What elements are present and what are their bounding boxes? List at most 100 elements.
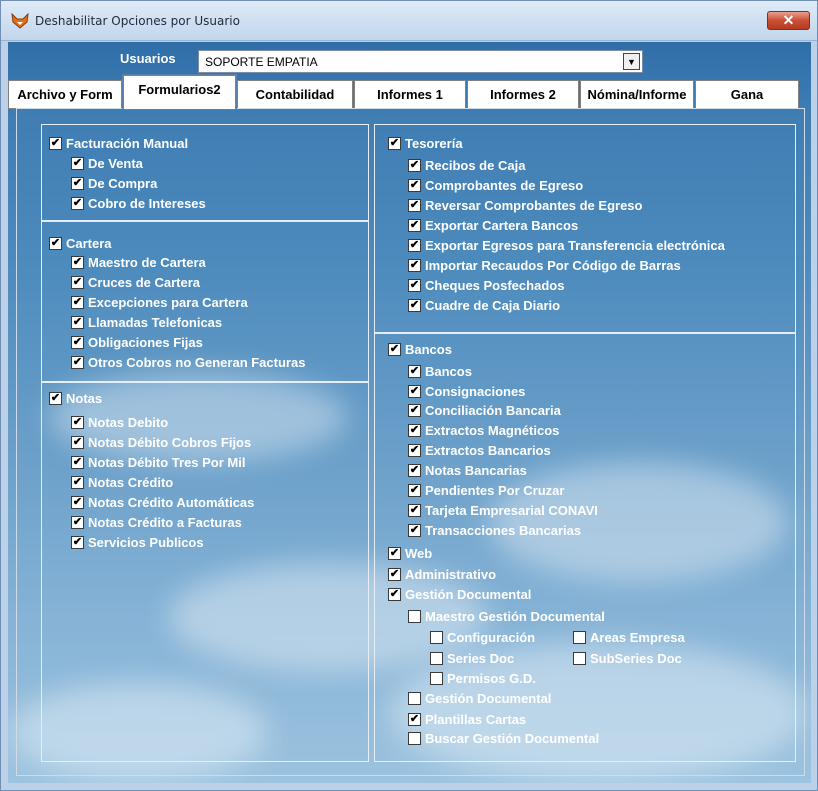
- chevron-down-icon[interactable]: ▼: [623, 53, 640, 70]
- checkbox-cobro-de-intereses[interactable]: ✔ Cobro de Intereses: [71, 196, 206, 211]
- checkbox-notas-debito-tres-por-mil[interactable]: ✔ Notas Débito Tres Por Mil: [71, 455, 245, 470]
- checkbox-box[interactable]: ✔: [71, 157, 84, 170]
- checkbox-box[interactable]: ✔: [408, 219, 421, 232]
- checkbox-notas[interactable]: ✔ Notas: [49, 391, 102, 406]
- checkbox-box[interactable]: ✔: [71, 456, 84, 469]
- checkbox-box[interactable]: ✔: [71, 496, 84, 509]
- checkbox-de-venta[interactable]: ✔ De Venta: [71, 156, 143, 171]
- checkbox-box[interactable]: [430, 672, 443, 685]
- checkbox-box[interactable]: ✔: [71, 316, 84, 329]
- checkbox-areas-empresa[interactable]: Areas Empresa: [573, 630, 685, 645]
- checkbox-box[interactable]: ✔: [388, 343, 401, 356]
- checkbox-box[interactable]: ✔: [49, 392, 62, 405]
- checkbox-box[interactable]: ✔: [71, 177, 84, 190]
- checkbox-box[interactable]: ✔: [71, 416, 84, 429]
- tab-nomina-informe[interactable]: Nómina/Informe: [580, 80, 694, 109]
- checkbox-notas-credito-automaticas[interactable]: ✔ Notas Crédito Automáticas: [71, 495, 254, 510]
- checkbox-box[interactable]: ✔: [408, 504, 421, 517]
- checkbox-box[interactable]: ✔: [408, 484, 421, 497]
- checkbox-extractos-magneticos[interactable]: ✔ Extractos Magnéticos: [408, 423, 559, 438]
- tab-informes-2[interactable]: Informes 2: [467, 80, 579, 109]
- checkbox-box[interactable]: ✔: [408, 713, 421, 726]
- checkbox-box[interactable]: ✔: [388, 137, 401, 150]
- checkbox-obligaciones-fijas[interactable]: ✔ Obligaciones Fijas: [71, 335, 203, 350]
- checkbox-notas-debito[interactable]: ✔ Notas Debito: [71, 415, 168, 430]
- checkbox-gestion-documental-group[interactable]: ✔ Gestión Documental: [388, 587, 531, 602]
- checkbox-llamadas-telefonicas[interactable]: ✔ Llamadas Telefonicas: [71, 315, 222, 330]
- tab-formularios2[interactable]: Formularios2: [123, 75, 236, 109]
- checkbox-web[interactable]: ✔ Web: [388, 546, 432, 561]
- checkbox-excepciones-para-cartera[interactable]: ✔ Excepciones para Cartera: [71, 295, 248, 310]
- checkbox-box[interactable]: [408, 610, 421, 623]
- checkbox-box[interactable]: ✔: [388, 568, 401, 581]
- checkbox-cuadre-de-caja-diario[interactable]: ✔ Cuadre de Caja Diario: [408, 298, 560, 313]
- checkbox-tarjeta-empresarial[interactable]: ✔ Tarjeta Empresarial CONAVI: [408, 503, 598, 518]
- checkbox-box[interactable]: ✔: [408, 524, 421, 537]
- checkbox-facturacion-manual[interactable]: ✔ Facturación Manual: [49, 136, 188, 151]
- checkbox-box[interactable]: ✔: [408, 259, 421, 272]
- checkbox-box[interactable]: ✔: [408, 424, 421, 437]
- checkbox-box[interactable]: ✔: [388, 588, 401, 601]
- checkbox-otros-cobros[interactable]: ✔ Otros Cobros no Generan Facturas: [71, 355, 305, 370]
- checkbox-configuracion[interactable]: Configuración: [430, 630, 535, 645]
- checkbox-extractos-bancarios[interactable]: ✔ Extractos Bancarios: [408, 443, 551, 458]
- checkbox-recibos-de-caja[interactable]: ✔ Recibos de Caja: [408, 158, 525, 173]
- checkbox-box[interactable]: ✔: [71, 536, 84, 549]
- checkbox-notas-debito-cobros-fijos[interactable]: ✔ Notas Débito Cobros Fijos: [71, 435, 251, 450]
- tab-contabilidad[interactable]: Contabilidad: [237, 80, 353, 109]
- checkbox-bancos-group[interactable]: ✔ Bancos: [388, 342, 452, 357]
- checkbox-subseries-doc[interactable]: SubSeries Doc: [573, 651, 682, 666]
- checkbox-exportar-egresos[interactable]: ✔ Exportar Egresos para Transferencia ele…: [408, 238, 725, 253]
- checkbox-exportar-cartera-bancos[interactable]: ✔ Exportar Cartera Bancos: [408, 218, 578, 233]
- checkbox-box[interactable]: [408, 692, 421, 705]
- checkbox-transacciones-bancarias[interactable]: ✔ Transacciones Bancarias: [408, 523, 581, 538]
- checkbox-box[interactable]: ✔: [71, 197, 84, 210]
- checkbox-gestion-documental[interactable]: Gestión Documental: [408, 691, 551, 706]
- tab-informes-1[interactable]: Informes 1: [354, 80, 466, 109]
- checkbox-comprobantes-de-egreso[interactable]: ✔ Comprobantes de Egreso: [408, 178, 583, 193]
- checkbox-box[interactable]: ✔: [408, 179, 421, 192]
- checkbox-box[interactable]: [573, 652, 586, 665]
- checkbox-cruces-de-cartera[interactable]: ✔ Cruces de Cartera: [71, 275, 200, 290]
- checkbox-de-compra[interactable]: ✔ De Compra: [71, 176, 157, 191]
- tab-gana[interactable]: Gana: [695, 80, 799, 109]
- checkbox-box[interactable]: ✔: [71, 356, 84, 369]
- checkbox-buscar-gestion-documental[interactable]: Buscar Gestión Documental: [408, 731, 599, 746]
- tab-archivo-y-form[interactable]: Archivo y Form: [8, 80, 122, 109]
- checkbox-box[interactable]: ✔: [71, 296, 84, 309]
- checkbox-notas-credito-a-facturas[interactable]: ✔ Notas Crédito a Facturas: [71, 515, 242, 530]
- checkbox-box[interactable]: ✔: [71, 256, 84, 269]
- checkbox-box[interactable]: ✔: [408, 464, 421, 477]
- checkbox-bancos[interactable]: ✔ Bancos: [408, 364, 472, 379]
- checkbox-box[interactable]: ✔: [388, 547, 401, 560]
- checkbox-maestro-gestion-documental[interactable]: Maestro Gestión Documental: [408, 609, 605, 624]
- checkbox-box[interactable]: ✔: [408, 365, 421, 378]
- checkbox-importar-recaudos[interactable]: ✔ Importar Recaudos Por Código de Barras: [408, 258, 681, 273]
- checkbox-maestro-de-cartera[interactable]: ✔ Maestro de Cartera: [71, 255, 206, 270]
- checkbox-series-doc[interactable]: Series Doc: [430, 651, 514, 666]
- checkbox-box[interactable]: ✔: [408, 159, 421, 172]
- checkbox-conciliacion-bancaria[interactable]: ✔ Conciliación Bancaria: [408, 403, 561, 418]
- checkbox-servicios-publicos[interactable]: ✔ Servicios Publicos: [71, 535, 204, 550]
- checkbox-notas-bancarias[interactable]: ✔ Notas Bancarias: [408, 463, 527, 478]
- checkbox-box[interactable]: ✔: [408, 385, 421, 398]
- checkbox-box[interactable]: [430, 631, 443, 644]
- close-button[interactable]: ✕: [767, 11, 810, 30]
- checkbox-pendientes-por-cruzar[interactable]: ✔ Pendientes Por Cruzar: [408, 483, 564, 498]
- checkbox-box[interactable]: ✔: [408, 199, 421, 212]
- checkbox-permisos-gd[interactable]: Permisos G.D.: [430, 671, 536, 686]
- checkbox-box[interactable]: ✔: [71, 436, 84, 449]
- checkbox-consignaciones[interactable]: ✔ Consignaciones: [408, 384, 525, 399]
- checkbox-box[interactable]: ✔: [71, 336, 84, 349]
- checkbox-box[interactable]: ✔: [71, 276, 84, 289]
- checkbox-box[interactable]: ✔: [71, 476, 84, 489]
- usuarios-select[interactable]: SOPORTE EMPATIA ▼: [198, 50, 643, 73]
- title-bar[interactable]: Deshabilitar Opciones por Usuario ✕: [1, 1, 817, 41]
- checkbox-box[interactable]: ✔: [71, 516, 84, 529]
- checkbox-box[interactable]: ✔: [408, 444, 421, 457]
- checkbox-box[interactable]: ✔: [408, 404, 421, 417]
- checkbox-box[interactable]: [430, 652, 443, 665]
- checkbox-box[interactable]: ✔: [49, 137, 62, 150]
- checkbox-administrativo[interactable]: ✔ Administrativo: [388, 567, 496, 582]
- checkbox-tesoreria[interactable]: ✔ Tesorería: [388, 136, 463, 151]
